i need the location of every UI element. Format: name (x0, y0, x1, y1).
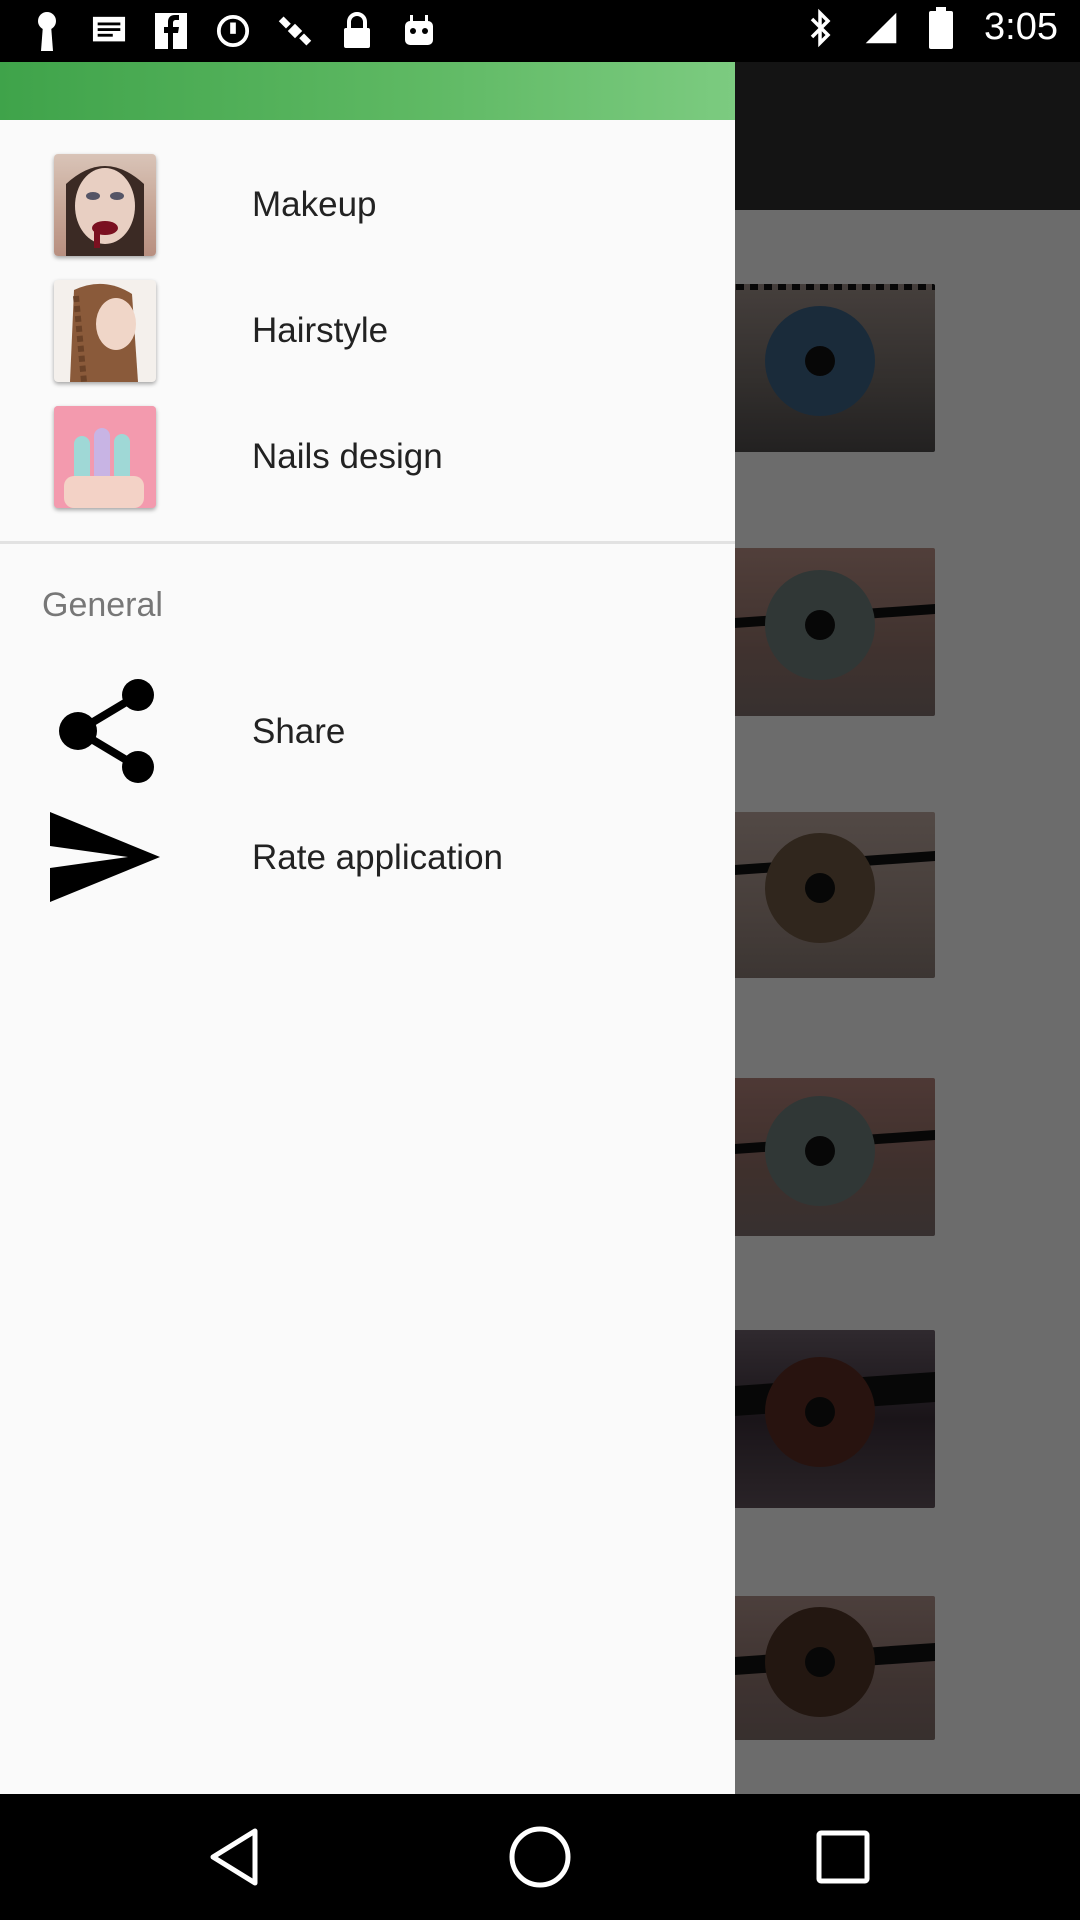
navigation-drawer: Makeup Hairstyle Nails design General Sh… (0, 62, 735, 1794)
drawer-item-makeup[interactable]: Makeup (0, 145, 735, 265)
bluetooth-icon (804, 7, 838, 49)
drawer-item-share[interactable]: Share (0, 672, 735, 792)
message-icon (92, 10, 126, 52)
circle-icon (216, 10, 250, 52)
send-icon (48, 802, 164, 912)
drawer-divider (0, 541, 735, 544)
status-right-icons: 3:05 (804, 6, 1058, 49)
drawer-item-label: Nails design (252, 437, 443, 476)
status-bar: 3:05 (0, 0, 1080, 62)
facebook-icon (154, 10, 188, 52)
drawer-item-label: Share (252, 712, 346, 751)
satellite-icon (278, 10, 312, 52)
battery-icon (924, 6, 958, 49)
drawer-header (0, 62, 735, 120)
back-icon[interactable] (200, 1822, 270, 1892)
status-left-icons (30, 10, 436, 52)
section-title-general: General (42, 586, 163, 624)
status-time: 3:05 (984, 6, 1058, 48)
recents-icon[interactable] (808, 1822, 878, 1892)
nails-thumbnail (54, 406, 156, 508)
drawer-item-hairstyle[interactable]: Hairstyle (0, 271, 735, 391)
home-icon[interactable] (505, 1822, 575, 1892)
drawer-item-nails-design[interactable]: Nails design (0, 397, 735, 517)
makeup-thumbnail (54, 154, 156, 256)
android-icon (402, 10, 436, 52)
signal-icon (864, 7, 898, 49)
hairstyle-thumbnail (54, 280, 156, 382)
system-nav-bar (0, 1794, 1080, 1920)
drawer-item-rate-application[interactable]: Rate application (0, 798, 735, 918)
lock-icon (340, 10, 374, 52)
drawer-item-label: Rate application (252, 838, 503, 877)
drawer-item-label: Hairstyle (252, 311, 389, 350)
share-icon (48, 677, 164, 787)
keyhole-icon (30, 10, 64, 52)
drawer-item-label: Makeup (252, 185, 377, 224)
